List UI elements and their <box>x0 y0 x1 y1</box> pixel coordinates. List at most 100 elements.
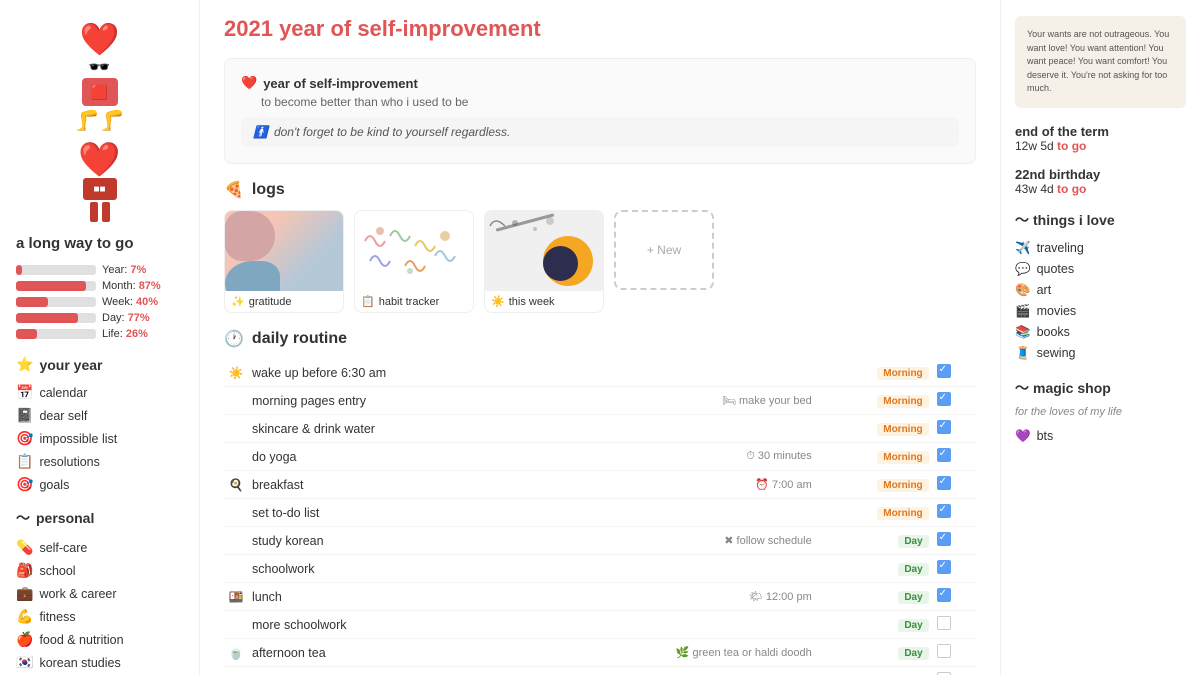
task-checkbox-cell[interactable] <box>933 611 976 639</box>
task-checkbox-cell[interactable] <box>933 667 976 675</box>
sidebar-item-year[interactable]: 🎯goals <box>16 473 183 496</box>
star-icon: ⭐ <box>16 356 33 373</box>
things-item[interactable]: 🎨art <box>1015 280 1186 301</box>
robot-body: 🟥 <box>82 78 118 106</box>
wave-icon-2: 〜 <box>1015 210 1029 230</box>
sidebar-item-year[interactable]: 📅calendar <box>16 381 183 404</box>
task-icon <box>224 555 248 583</box>
period-badge: Morning <box>877 507 928 520</box>
your-year-header: ⭐ your year <box>16 356 183 373</box>
nav-icon: 🎒 <box>16 562 33 579</box>
sidebar-item-personal[interactable]: 🍎food & nutrition <box>16 628 183 651</box>
task-name: lunch <box>248 583 528 611</box>
person-icon: 🚹 <box>253 125 268 139</box>
task-name: do yoga <box>248 443 528 471</box>
routine-row: watch a movie! Day <box>224 667 976 675</box>
progress-row: Day: 77% <box>16 312 183 324</box>
task-checkbox-cell[interactable] <box>933 499 976 527</box>
task-checkbox-cell[interactable] <box>933 583 976 611</box>
sidebar-item-personal[interactable]: 🎒school <box>16 559 183 582</box>
things-item[interactable]: 🎬movies <box>1015 301 1186 322</box>
nav-label: korean studies <box>39 656 120 670</box>
page-container: ❤️ 🕶️ 🟥 🦵🦵 ❤️ ■■ a long way to go Year: … <box>0 0 1200 675</box>
nav-icon: 💊 <box>16 539 33 556</box>
things-item[interactable]: 📚books <box>1015 322 1186 343</box>
task-period: Morning <box>816 359 933 387</box>
task-checkbox-cell[interactable] <box>933 387 976 415</box>
task-checkbox[interactable] <box>937 448 951 462</box>
period-badge: Morning <box>877 395 928 408</box>
sidebar-item-personal[interactable]: 💪fitness <box>16 605 183 628</box>
week-svg <box>485 211 603 291</box>
task-checkbox-cell[interactable] <box>933 443 976 471</box>
task-checkbox-cell[interactable] <box>933 639 976 667</box>
things-item[interactable]: 💬quotes <box>1015 259 1186 280</box>
log-card-habit[interactable]: 📋 habit tracker <box>354 210 474 313</box>
period-badge: Day <box>898 619 928 632</box>
log-card-label-2: 📋 habit tracker <box>355 291 473 312</box>
personal-header: 〜 personal <box>16 508 183 528</box>
page-title: 2021 year of self-improvement <box>224 16 976 42</box>
things-icon: 🧵 <box>1015 346 1031 361</box>
task-checkbox[interactable] <box>937 476 951 490</box>
sidebar-item-personal[interactable]: 🇰🇷korean studies <box>16 651 183 674</box>
task-note <box>528 415 816 443</box>
progress-row: Life: 26% <box>16 328 183 340</box>
magic-item[interactable]: 💜 bts <box>1015 426 1186 447</box>
things-item[interactable]: ✈️traveling <box>1015 238 1186 259</box>
sidebar-item-year[interactable]: 📋resolutions <box>16 450 183 473</box>
task-checkbox[interactable] <box>937 364 951 378</box>
task-checkbox-cell[interactable] <box>933 527 976 555</box>
things-item[interactable]: 🧵sewing <box>1015 343 1186 364</box>
task-note <box>528 555 816 583</box>
task-checkbox[interactable] <box>937 588 951 602</box>
sidebar-item-year[interactable]: 🎯impossible list <box>16 427 183 450</box>
task-name: afternoon tea <box>248 639 528 667</box>
routine-header: 🕐 daily routine <box>224 329 976 349</box>
task-checkbox-cell[interactable] <box>933 471 976 499</box>
routine-table: ☀️ wake up before 6:30 am Morning mornin… <box>224 359 976 675</box>
task-checkbox-cell[interactable] <box>933 555 976 583</box>
sidebar-item-year[interactable]: 📓dear self <box>16 404 183 427</box>
progress-bar-fill <box>16 297 48 307</box>
magic-items: 💜 bts <box>1015 426 1186 447</box>
task-checkbox[interactable] <box>937 560 951 574</box>
things-i-love-header: 〜 things i love <box>1015 210 1186 230</box>
task-period: Morning <box>816 415 933 443</box>
progress-label: Life: 26% <box>102 328 148 340</box>
task-checkbox[interactable] <box>937 392 951 406</box>
task-checkbox-cell[interactable] <box>933 415 976 443</box>
robot-glasses: 🕶️ <box>16 58 183 76</box>
task-checkbox[interactable] <box>937 644 951 658</box>
period-badge: Morning <box>877 367 928 380</box>
progress-bar-fill <box>16 329 37 339</box>
task-checkbox[interactable] <box>937 420 951 434</box>
quote-text: Your wants are not outrageous. You want … <box>1027 29 1169 93</box>
task-checkbox[interactable] <box>937 504 951 518</box>
sidebar-item-personal[interactable]: 💊self-care <box>16 536 183 559</box>
log-card-gratitude[interactable]: ✨ gratitude <box>224 210 344 313</box>
task-checkbox-cell[interactable] <box>933 359 976 387</box>
magic-label: bts <box>1037 429 1054 443</box>
countdown-item: end of the term 12w 5d to go <box>1015 124 1186 153</box>
task-name: watch a movie! <box>248 667 528 675</box>
nav-icon: 💪 <box>16 608 33 625</box>
progress-label: Week: 40% <box>102 296 158 308</box>
progress-bar-fill <box>16 265 22 275</box>
task-checkbox[interactable] <box>937 532 951 546</box>
things-icon: 💬 <box>1015 262 1031 277</box>
routine-row: morning pages entry 🛏 make your bed Morn… <box>224 387 976 415</box>
task-icon: 🍳 <box>224 471 248 499</box>
routine-row: 🍳 breakfast ⏰ 7:00 am Morning <box>224 471 976 499</box>
task-note: 🛏 make your bed <box>528 387 816 415</box>
sidebar-item-personal[interactable]: 💼work & career <box>16 582 183 605</box>
routine-row: ☀️ wake up before 6:30 am Morning <box>224 359 976 387</box>
magic-icon: 💜 <box>1015 429 1031 444</box>
sidebar-section-title: a long way to go <box>16 235 183 252</box>
task-checkbox[interactable] <box>937 616 951 630</box>
nav-icon: 🍎 <box>16 631 33 648</box>
log-card-week[interactable]: ☀️ this week <box>484 210 604 313</box>
habit-svg <box>355 211 473 291</box>
task-icon <box>224 527 248 555</box>
log-card-new[interactable]: + New <box>614 210 714 290</box>
